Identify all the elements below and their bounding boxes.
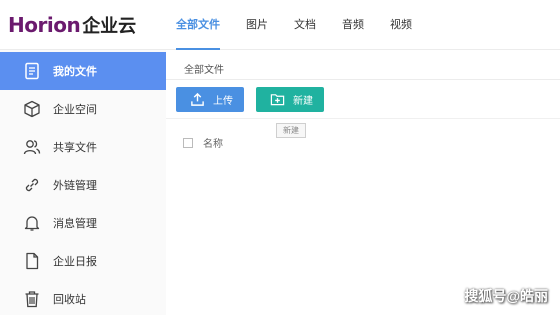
- watermark: 搜狐号@皓丽: [464, 288, 548, 304]
- breadcrumb[interactable]: 全部文件: [184, 61, 224, 76]
- sidebar-item-daily-report[interactable]: 企业日报: [0, 242, 166, 280]
- tab-documents[interactable]: 文档: [284, 0, 326, 50]
- top-bar: Horion 企业云 全部文件 图片 文档 音频 视频: [0, 0, 560, 50]
- select-all-checkbox[interactable]: [183, 137, 193, 148]
- new-button-tooltip: 新建: [276, 123, 306, 138]
- main-content: 全部文件 上传 新建 新建 名称: [166, 50, 560, 315]
- sidebar-item-label: 外链管理: [53, 180, 97, 192]
- tab-video[interactable]: 视频: [380, 0, 422, 50]
- sidebar-item-label: 消息管理: [53, 218, 97, 230]
- tab-images[interactable]: 图片: [236, 0, 278, 50]
- sidebar-item-my-files[interactable]: 我的文件: [0, 52, 166, 90]
- column-header-name[interactable]: 名称: [203, 135, 223, 150]
- sidebar-item-message-management[interactable]: 消息管理: [0, 204, 166, 242]
- sidebar-item-label: 我的文件: [53, 66, 97, 78]
- cube-icon: [22, 99, 42, 119]
- sidebar-item-label: 企业空间: [53, 104, 97, 116]
- sidebar-item-shared-files[interactable]: 共享文件: [0, 128, 166, 166]
- upload-icon: [191, 92, 204, 106]
- logo-brand: Horion: [8, 13, 81, 37]
- document-icon: [22, 61, 42, 81]
- tab-audio[interactable]: 音频: [332, 0, 374, 50]
- sidebar-item-label: 共享文件: [53, 142, 97, 154]
- divider: [166, 118, 560, 119]
- sidebar: 我的文件 企业空间 共享文件 外链管理 消息管理 企业日报 回收站: [0, 50, 166, 315]
- sidebar-item-recycle-bin[interactable]: 回收站: [0, 280, 166, 315]
- logo-suffix: 企业云: [82, 16, 137, 37]
- sidebar-item-enterprise-space[interactable]: 企业空间: [0, 90, 166, 128]
- new-folder-icon: [270, 94, 285, 106]
- sidebar-item-label: 企业日报: [53, 256, 97, 268]
- trash-icon: [22, 289, 42, 309]
- sidebar-item-label: 回收站: [53, 294, 86, 306]
- link-icon: [22, 175, 42, 195]
- divider: [166, 79, 560, 80]
- app-logo[interactable]: Horion 企业云: [8, 12, 136, 38]
- file-type-tabs: 全部文件 图片 文档 音频 视频: [166, 0, 422, 50]
- users-icon: [22, 137, 42, 157]
- upload-button[interactable]: 上传: [176, 87, 244, 112]
- bell-icon: [22, 213, 42, 233]
- new-folder-button[interactable]: 新建: [256, 87, 324, 112]
- tab-all-files[interactable]: 全部文件: [166, 0, 230, 50]
- upload-button-label: 上传: [213, 96, 233, 107]
- file-list-header: 名称: [183, 135, 223, 150]
- sidebar-item-link-management[interactable]: 外链管理: [0, 166, 166, 204]
- report-icon: [22, 251, 42, 271]
- new-button-label: 新建: [293, 96, 313, 107]
